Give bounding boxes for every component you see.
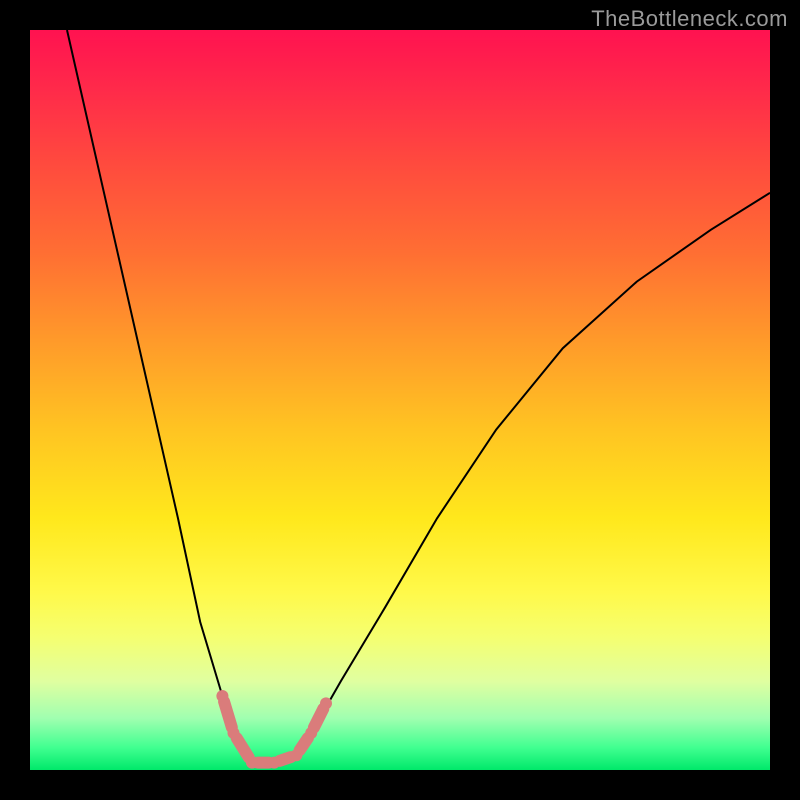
marker-segment xyxy=(237,738,249,757)
marker-segment xyxy=(224,702,232,728)
near-optimum-markers xyxy=(216,690,332,769)
watermark-text: TheBottleneck.com xyxy=(591,6,788,32)
plot-area xyxy=(30,30,770,770)
marker-dot xyxy=(216,690,228,702)
marker-dot xyxy=(290,749,302,761)
chart-frame: TheBottleneck.com xyxy=(0,0,800,800)
marker-segment xyxy=(280,757,291,761)
marker-dot xyxy=(228,727,240,739)
marker-segment xyxy=(300,738,308,750)
marker-dot xyxy=(246,757,258,769)
curve-svg xyxy=(30,30,770,770)
marker-dot xyxy=(305,727,317,739)
bottleneck-curve xyxy=(67,30,770,766)
marker-dot xyxy=(268,757,280,769)
marker-segment xyxy=(314,709,323,728)
marker-dot xyxy=(320,697,332,709)
